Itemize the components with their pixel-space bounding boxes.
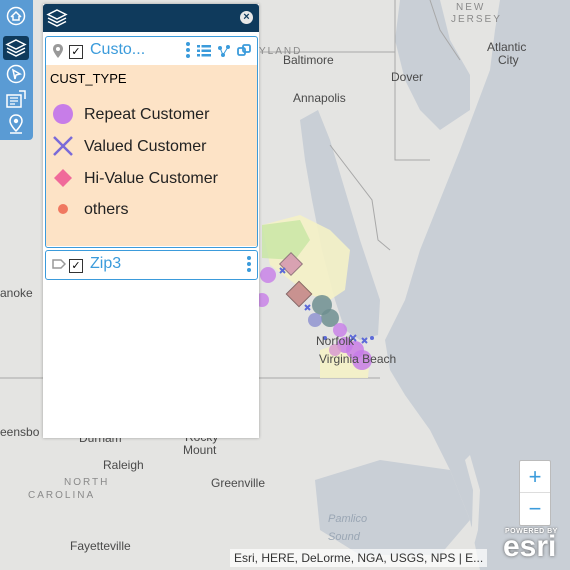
small-circle-icon: [58, 204, 68, 214]
layers-icon: [5, 39, 27, 57]
home-button[interactable]: [3, 4, 29, 28]
label-north-carolina-2: CAROLINA: [28, 490, 96, 501]
label-maryland: YLAND: [259, 46, 303, 57]
pink-diamond-icon: [54, 169, 72, 187]
esri-logo[interactable]: POWERED BY esri: [503, 528, 565, 564]
esri-wordmark: esri: [503, 530, 557, 563]
layer-customers: ✓ Custo... CUST_TYPE Repeat Customer Val…: [45, 36, 258, 248]
label-norfolk: Norfolk: [316, 334, 355, 348]
basemap-button[interactable]: [3, 62, 29, 86]
locate-button[interactable]: [3, 112, 29, 136]
layer-name-zip3[interactable]: Zip3: [90, 255, 121, 273]
legend-field-name: CUST_TYPE: [50, 71, 127, 86]
map-card-icon: [6, 90, 26, 108]
label-atlantic-city-1: Atlantic: [487, 40, 527, 54]
zoom-control: + −: [519, 460, 551, 526]
layer-name-customers[interactable]: Custo...: [90, 41, 145, 59]
legend-label: Valued Customer: [84, 138, 207, 155]
map-card-button[interactable]: [3, 87, 29, 111]
label-new-jersey-1: NEW: [456, 2, 486, 13]
label-raleigh: Raleigh: [103, 458, 144, 472]
location-pin-icon: [53, 44, 63, 58]
layer-checkbox-zip3[interactable]: ✓: [69, 259, 83, 273]
home-icon: [6, 6, 26, 26]
basemap-icon: [6, 64, 26, 84]
label-pamlico-1: Pamlico: [328, 513, 368, 525]
layer-menu-icon[interactable]: [247, 256, 251, 274]
layers-icon: [46, 9, 68, 27]
legend-label: Repeat Customer: [84, 106, 210, 123]
label-pamlico-2: Sound: [328, 531, 360, 543]
analysis-icon[interactable]: [216, 43, 232, 59]
label-dover: Dover: [391, 70, 424, 84]
label-new-jersey-2: JERSEY: [451, 14, 502, 25]
label-greenville: Greenville: [211, 476, 266, 490]
layer-checkbox-customers[interactable]: ✓: [69, 45, 83, 59]
legend-item-valued: Valued Customer: [52, 135, 252, 159]
zoom-out-button[interactable]: −: [520, 493, 550, 524]
layer-list-button[interactable]: [3, 36, 29, 60]
label-north-carolina-1: NORTH: [64, 477, 110, 488]
attribution-text[interactable]: Esri, HERE, DeLorme, NGA, USGS, NPS | E.…: [230, 549, 488, 567]
layer-zip3: ✓ Zip3: [45, 250, 258, 280]
label-virginia-beach: Virginia Beach: [319, 352, 397, 366]
label-atlantic-city-2: City: [498, 53, 519, 67]
widget-toolbar: [0, 0, 33, 140]
panel-header: ×: [43, 4, 259, 32]
legend-item-repeat: Repeat Customer: [52, 103, 252, 127]
label-annapolis: Annapolis: [293, 91, 346, 105]
table-icon[interactable]: [196, 43, 212, 59]
layer-row-customers[interactable]: ✓ Custo...: [46, 37, 257, 65]
polygon-icon: [52, 259, 66, 269]
legend-label: others: [84, 201, 129, 218]
locate-icon: [9, 114, 23, 134]
close-button[interactable]: ×: [240, 11, 253, 24]
layer-list-panel: × ✓ Custo... CUST_TYPE Repeat Customer V…: [43, 4, 259, 438]
legend-customers: CUST_TYPE Repeat Customer Valued Custome…: [46, 65, 257, 246]
layer-menu-icon[interactable]: [186, 42, 190, 60]
label-rocky-mount-2: Mount: [183, 443, 217, 457]
label-roanoke: anoke: [0, 286, 33, 300]
label-greensboro: eensbo: [0, 425, 40, 439]
legend-item-others: others: [52, 198, 252, 222]
label-fayetteville: Fayetteville: [70, 539, 131, 553]
link-icon[interactable]: [235, 42, 253, 60]
legend-item-hi-value: Hi-Value Customer: [52, 167, 252, 191]
zoom-in-button[interactable]: +: [520, 461, 550, 493]
purple-circle-icon: [53, 104, 73, 124]
legend-label: Hi-Value Customer: [84, 170, 218, 187]
layer-row-zip3[interactable]: ✓ Zip3: [46, 251, 257, 279]
x-mark-icon: [53, 136, 73, 156]
